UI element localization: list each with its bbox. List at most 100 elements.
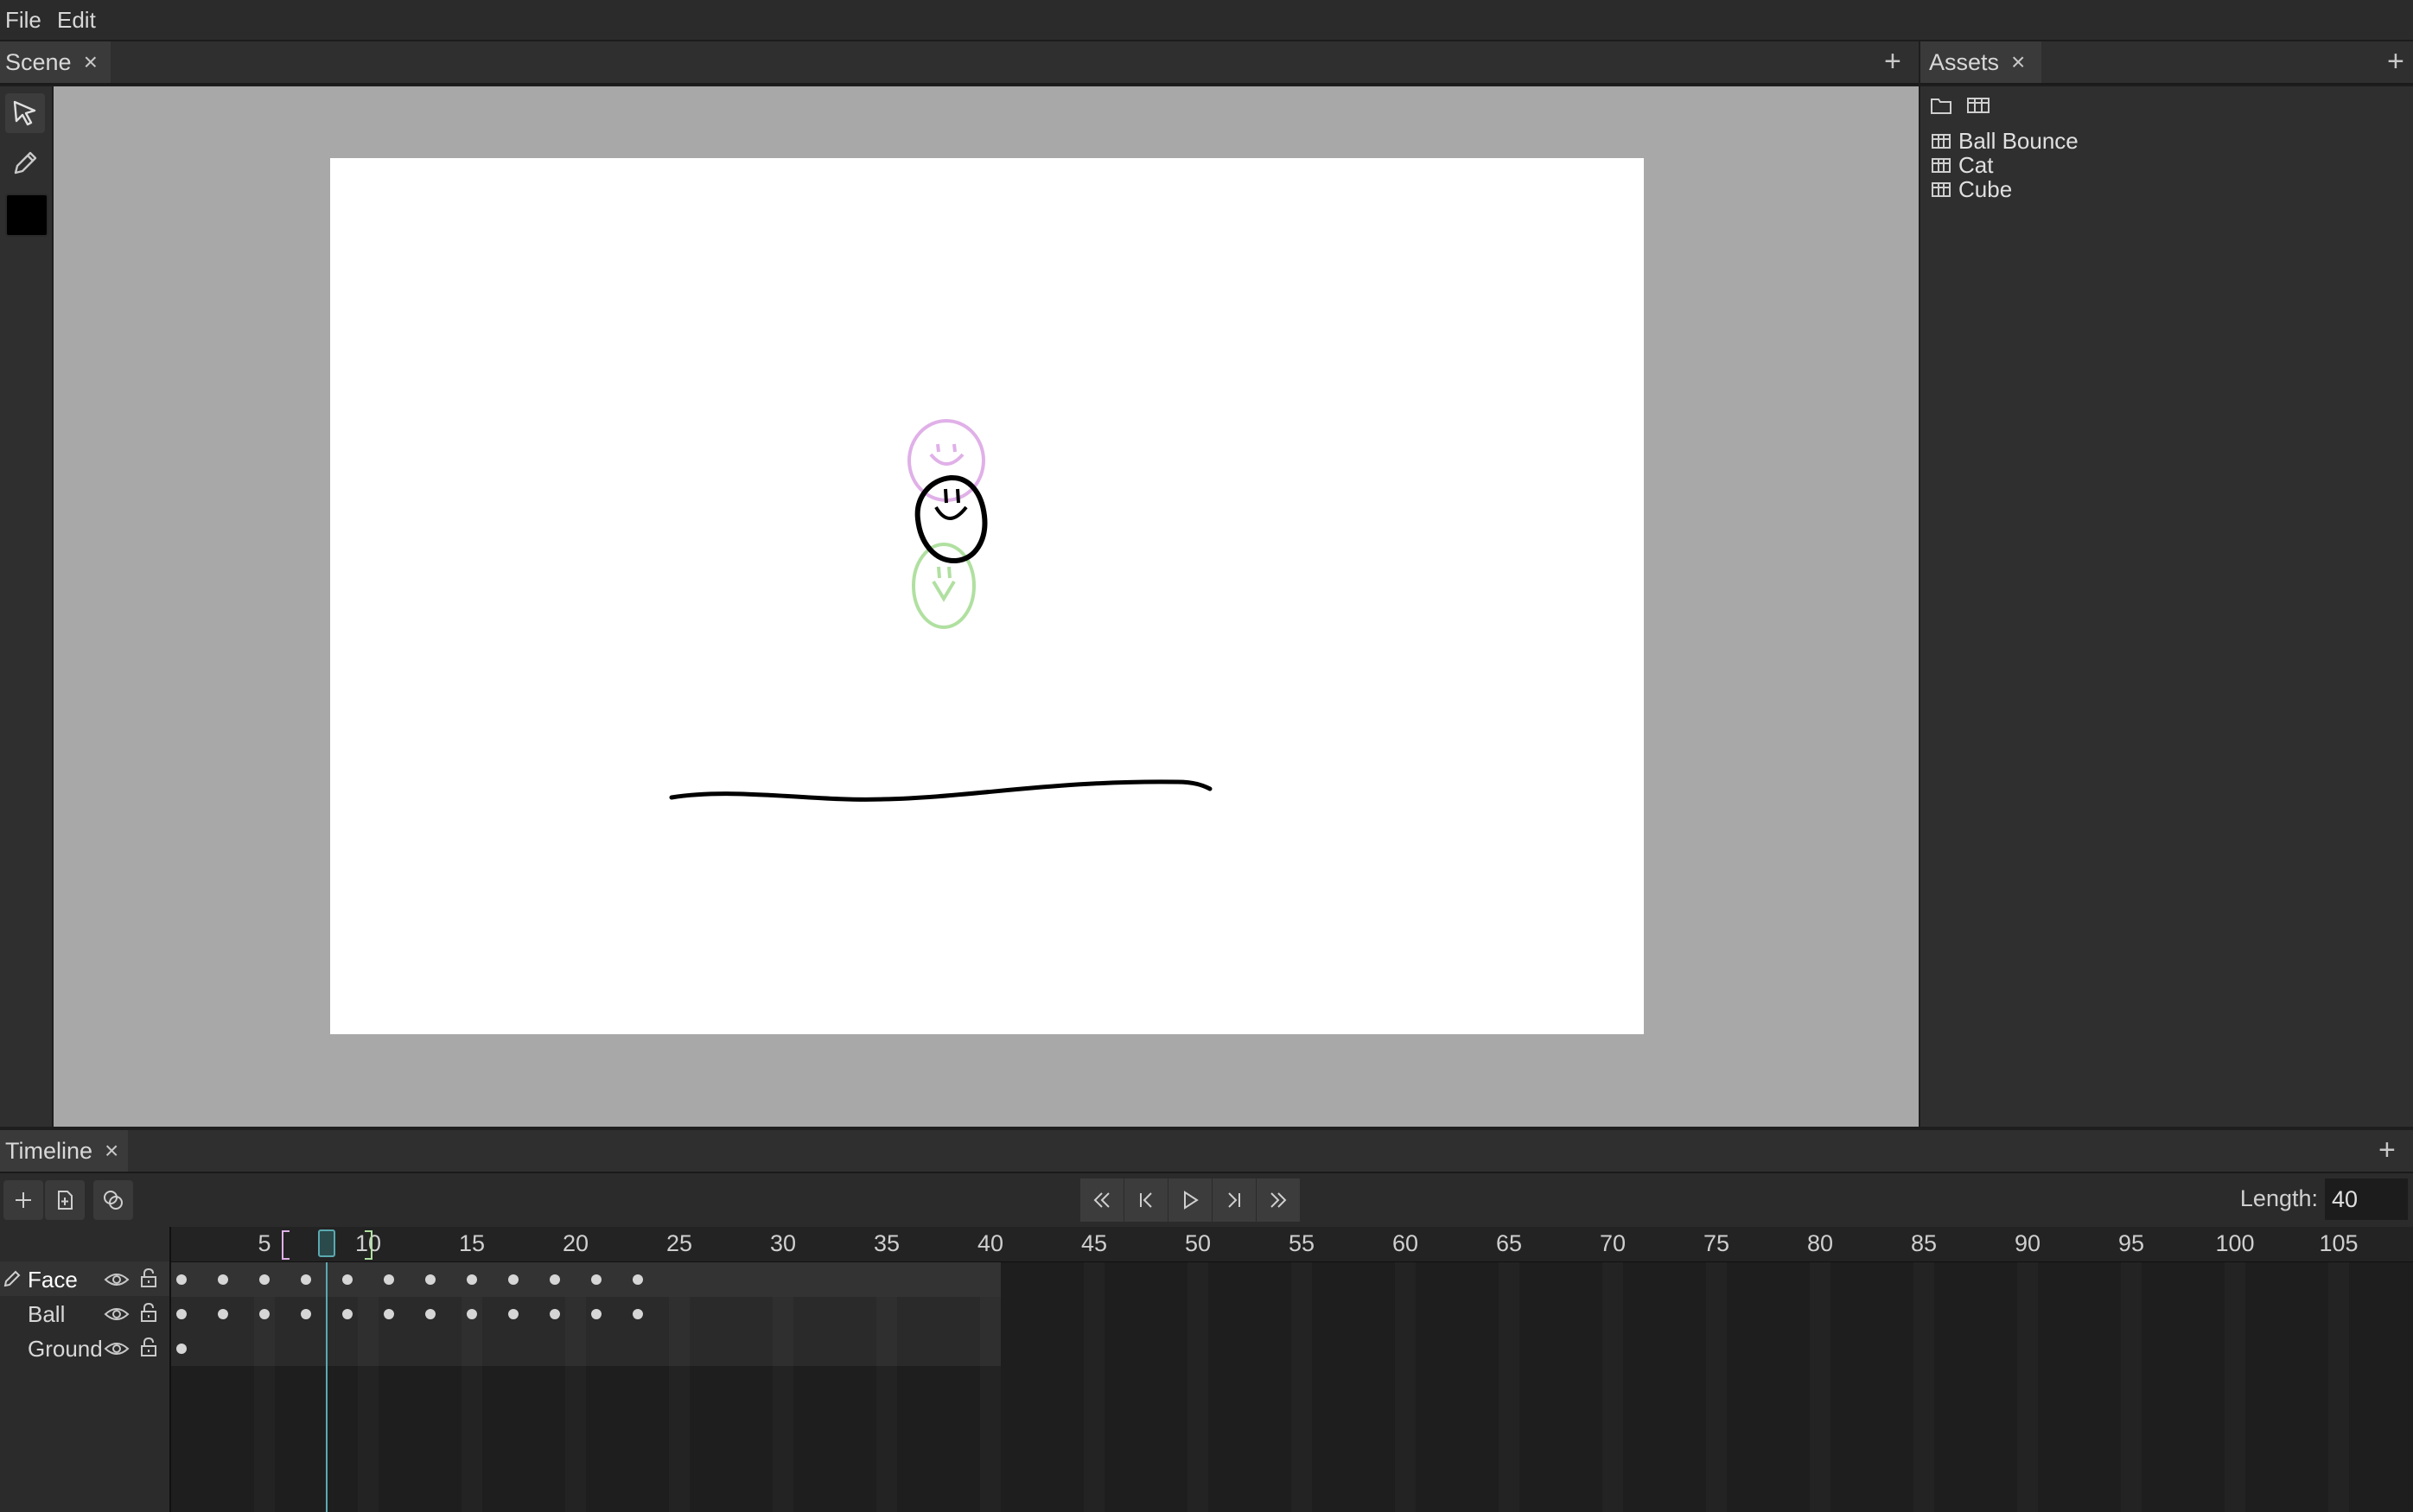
active-layer-track xyxy=(171,1262,1001,1297)
add-panel-button[interactable]: + xyxy=(2378,1135,2396,1165)
visibility-eye-icon[interactable] xyxy=(104,1303,130,1330)
ruler-tick-label: 105 xyxy=(2319,1230,2359,1256)
asset-item[interactable]: Cat xyxy=(1931,152,1993,179)
previous-frame-button[interactable] xyxy=(1124,1178,1168,1222)
select-tool-button[interactable] xyxy=(5,93,45,133)
pencil-tool-button[interactable] xyxy=(5,143,45,183)
keyframe-dot[interactable] xyxy=(342,1274,353,1285)
keyframe-dot[interactable] xyxy=(259,1309,270,1319)
frame-column-stripe xyxy=(254,1262,275,1512)
keyframe-dot[interactable] xyxy=(176,1344,187,1354)
timeline-tracks[interactable] xyxy=(171,1262,2413,1512)
keyframe-dot[interactable] xyxy=(633,1274,643,1285)
frame-column-stripe xyxy=(1602,1262,1623,1512)
tab-assets[interactable]: Assets × xyxy=(1920,41,2041,83)
keyframe-dot[interactable] xyxy=(425,1274,436,1285)
ruler-tick-label: 95 xyxy=(2117,1230,2145,1256)
open-folder-button[interactable] xyxy=(1929,93,1953,122)
frame-ruler[interactable]: 5 10 15 20 25 30 35 40 45 50 55 60 65 70 75 80 85 90 95 100… xyxy=(171,1227,2413,1262)
onion-end-marker[interactable] xyxy=(365,1230,372,1260)
frame-column-stripe xyxy=(1187,1262,1208,1512)
first-frame-button[interactable] xyxy=(1080,1178,1124,1222)
layer-name: Ball xyxy=(28,1301,66,1327)
step-forward-icon xyxy=(1228,1192,1240,1208)
keyframe-dot[interactable] xyxy=(425,1309,436,1319)
ruler-tick-label: 40 xyxy=(977,1230,1004,1256)
add-panel-button[interactable]: + xyxy=(1884,47,1901,76)
visibility-eye-icon[interactable] xyxy=(104,1268,130,1295)
frame-column-stripe xyxy=(980,1262,1001,1512)
keyframe-dot[interactable] xyxy=(467,1309,477,1319)
menu-file[interactable]: File xyxy=(5,7,41,34)
lock-icon[interactable] xyxy=(138,1267,159,1295)
keyframe-dot[interactable] xyxy=(301,1309,311,1319)
keyframe-dot[interactable] xyxy=(176,1309,187,1319)
keyframe-dot[interactable] xyxy=(508,1274,519,1285)
ruler-tick-label: 65 xyxy=(1495,1230,1523,1256)
keyframe-dot[interactable] xyxy=(591,1274,602,1285)
last-frame-button[interactable] xyxy=(1257,1178,1300,1222)
ruler-tick-label: 60 xyxy=(1391,1230,1419,1256)
timeline-toolbar: Length: xyxy=(0,1173,2413,1227)
double-chevron-right-icon xyxy=(1270,1192,1287,1208)
keyframe-dot[interactable] xyxy=(508,1309,519,1319)
frame-column-stripe xyxy=(1810,1262,1830,1512)
frame-column-stripe xyxy=(1291,1262,1312,1512)
keyframe-dot[interactable] xyxy=(633,1309,643,1319)
tab-scene[interactable]: Scene × xyxy=(0,41,111,83)
layer-row[interactable]: Face xyxy=(0,1261,169,1296)
ruler-tick-label: 80 xyxy=(1806,1230,1834,1256)
keyframe-dot[interactable] xyxy=(176,1274,187,1285)
lock-icon[interactable] xyxy=(138,1336,159,1364)
keyframe-dot[interactable] xyxy=(467,1274,477,1285)
keyframe-dot[interactable] xyxy=(218,1274,228,1285)
frame-column-stripe xyxy=(2121,1262,2142,1512)
step-back-icon xyxy=(1140,1192,1152,1208)
playhead-handle[interactable] xyxy=(318,1229,335,1257)
keyframe-dot[interactable] xyxy=(550,1309,560,1319)
keyframe-dot[interactable] xyxy=(218,1309,228,1319)
tab-timeline[interactable]: Timeline × xyxy=(0,1130,128,1172)
frame-column-stripe xyxy=(876,1262,897,1512)
asset-item[interactable]: Cube xyxy=(1931,176,2012,203)
menu-edit[interactable]: Edit xyxy=(57,7,96,34)
color-swatch[interactable] xyxy=(5,194,48,237)
new-animation-button[interactable] xyxy=(1965,93,1991,122)
frame-column-stripe xyxy=(565,1262,586,1512)
keyframe-dot[interactable] xyxy=(591,1309,602,1319)
onion-skin-toggle[interactable] xyxy=(93,1180,133,1220)
keyframe-dot[interactable] xyxy=(550,1274,560,1285)
close-icon[interactable]: × xyxy=(2011,50,2025,74)
play-button[interactable] xyxy=(1168,1178,1212,1222)
asset-item-label: Cat xyxy=(1958,152,1994,178)
close-icon[interactable]: × xyxy=(105,1139,118,1163)
lock-icon[interactable] xyxy=(138,1301,159,1330)
frame-column-stripe xyxy=(1084,1262,1105,1512)
asset-item-label: Ball Bounce xyxy=(1958,128,2079,154)
layer-row[interactable]: Ball xyxy=(0,1296,169,1331)
length-input[interactable] xyxy=(2325,1178,2408,1220)
add-panel-button[interactable]: + xyxy=(2387,47,2404,76)
onion-start-marker[interactable] xyxy=(282,1230,290,1260)
asset-item[interactable]: Ball Bounce xyxy=(1931,128,2079,155)
scene-viewport[interactable] xyxy=(54,86,1919,1127)
keyframe-dot[interactable] xyxy=(259,1274,270,1285)
keyframe-dot[interactable] xyxy=(342,1309,353,1319)
next-frame-button[interactable] xyxy=(1213,1178,1256,1222)
add-keyframe-button[interactable] xyxy=(45,1180,85,1220)
frame-column-stripe xyxy=(2225,1262,2245,1512)
drawing-canvas[interactable] xyxy=(330,158,1644,1034)
add-layer-button[interactable] xyxy=(3,1180,43,1220)
visibility-eye-icon[interactable] xyxy=(104,1337,130,1364)
double-chevron-left-icon xyxy=(1093,1192,1110,1208)
keyframe-dot[interactable] xyxy=(301,1274,311,1285)
ruler-tick-label: 55 xyxy=(1288,1230,1315,1256)
layer-row[interactable]: Ground xyxy=(0,1331,169,1365)
ground-line xyxy=(669,779,1213,802)
keyframe-dot[interactable] xyxy=(384,1309,394,1319)
close-icon[interactable]: × xyxy=(84,50,98,74)
toolbox xyxy=(0,86,52,1127)
keyframe-dot[interactable] xyxy=(384,1274,394,1285)
pencil-icon xyxy=(14,151,37,175)
scene-tab-bar: Scene × + xyxy=(0,41,1919,85)
